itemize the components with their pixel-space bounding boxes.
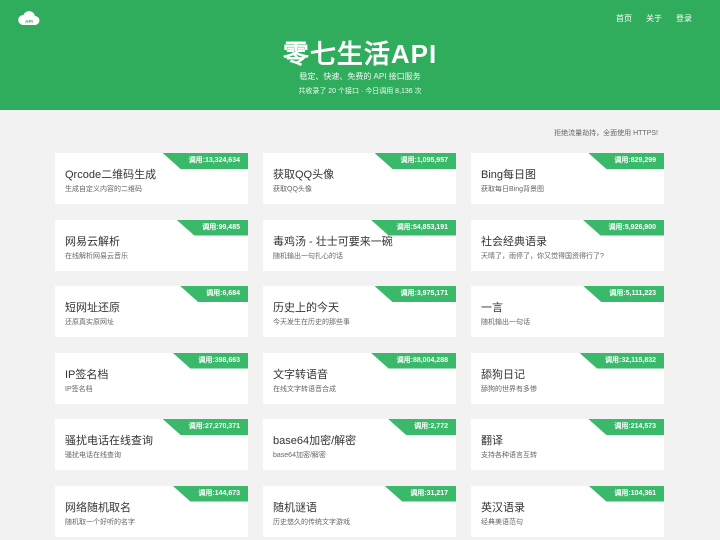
api-card-description: 在线解析网易云音乐 [65,252,128,260]
api-card[interactable]: 调用:2,772 base64加密/解密 base64加密/解密 [263,419,456,470]
https-notice: 拒绝流量劫持，全面使用 HTTPS! [554,130,658,137]
api-card-title: 短网址还原 [65,302,120,314]
api-card-description: 骚扰电话在线查询 [65,452,121,459]
api-card-title: 网易云解析 [65,235,120,248]
api-card[interactable]: 调用:5,111,223 一言随机输出一句话 [471,286,664,337]
api-card[interactable]: 调用:829,299 Bing每日图获取每日Bing背景图 [471,153,664,204]
call-count-badge: 调用:88,004,288 [370,352,456,369]
api-card-description: 获取QQ头像 [273,186,312,193]
call-count-badge: 调用:31,217 [384,485,456,502]
api-card[interactable]: 调用:104,361 英汉语录经典美语范句 [471,485,664,537]
api-card-title: 一言 [481,302,503,314]
api-card[interactable]: 调用:214,573 翻译支持各种语言互转 [471,419,664,470]
api-card-title: IP签名档 [65,368,109,381]
api-card[interactable]: 调用:88,004,288 文字转语音在线文字转语音合成 [263,352,456,404]
api-card-description: 还原真实原网址 [65,319,114,326]
api-card-title: 网络随机取名 [65,501,131,514]
call-count-badge: 调用:6,684 [180,286,248,302]
call-count-badge: 调用:214,573 [588,419,664,435]
nav-home-link[interactable]: 首页 [616,13,632,24]
call-count-badge: 调用:2,772 [388,419,456,435]
api-card-title: 骚扰电话在线查询 [65,435,153,447]
api-card-description: 在线文字转语音合成 [273,385,336,393]
svg-text:API: API [25,19,33,24]
api-card-title: 舔狗日记 [481,368,525,381]
api-card-description: base64加密/解密 [273,452,326,459]
api-card-description: 随机取一个好听的名字 [65,518,135,526]
api-card[interactable]: 调用:27,270,371 骚扰电话在线查询 骚扰电话在线查询 [55,419,248,470]
api-card-description: 支持各种语言互转 [481,452,537,459]
cloud-logo-icon[interactable]: API [18,10,40,26]
call-count-badge: 调用:99,485 [176,219,248,236]
api-card[interactable]: 调用:31,217 随机谜语历史悠久的传统文字游戏 [263,485,456,537]
api-card[interactable]: 调用:5,926,900 社会经典语录天晴了，雨停了，你又觉得国资得行了? [471,219,664,271]
api-card-description: 今天发生在历史的那些事 [273,319,350,326]
call-count-badge: 调用:27,270,371 [162,419,248,435]
api-card[interactable]: 调用:3,975,171 历史上的今天今天发生在历史的那些事 [263,286,456,337]
api-card-description: IP签名档 [65,385,93,393]
call-count-badge: 调用:104,361 [588,485,664,502]
api-card-title: 历史上的今天 [273,302,339,314]
api-card[interactable]: 调用:32,115,832 舔狗日记舔狗的世界有多惨 [471,352,664,404]
call-count-badge: 调用:13,324,634 [162,153,248,169]
call-count-badge: 调用:5,111,223 [583,286,664,302]
api-card[interactable]: 调用:144,673 网络随机取名随机取一个好听的名字 [55,485,248,537]
page-title: 零七生活API [282,39,438,69]
usage-stats: 共收录了 20 个接口 · 今日调用 8,136 次 [298,88,422,95]
api-card[interactable]: 调用:13,324,634 Qrcode二维码生成生成自定义内容的二维码 [55,153,248,204]
call-count-badge: 调用:32,115,832 [579,352,664,369]
nav-login-link[interactable]: 登录 [676,13,692,24]
api-card-title: 文字转语音 [273,368,328,381]
call-count-badge: 调用:3,975,171 [374,286,456,302]
api-card-title: base64加密/解密 [273,435,357,447]
api-card-description: 随机输出一句话 [481,319,530,326]
api-card[interactable]: 调用:99,485 网易云解析在线解析网易云音乐 [55,219,248,271]
call-count-badge: 调用:1,095,957 [374,153,456,169]
api-card-title: 英汉语录 [481,501,525,514]
api-card-description: 天晴了，雨停了，你又觉得国资得行了? [481,252,604,260]
hero-banner: API 首页 关于 登录 零七生活API 稳定、快速、免费的 API 接口服务 … [0,0,720,110]
call-count-badge: 调用:144,673 [172,485,248,502]
api-card-title: 随机谜语 [273,501,317,514]
call-count-badge: 调用:398,663 [172,352,248,369]
api-card-title: 获取QQ头像 [273,169,335,181]
api-card-description: 经典美语范句 [481,518,523,526]
api-card[interactable]: 调用:1,095,957 获取QQ头像 获取QQ头像 [263,153,456,204]
api-card-description: 舔狗的世界有多惨 [481,385,537,393]
api-card-title: 翻译 [481,435,503,447]
call-count-badge: 调用:5,926,900 [582,219,664,236]
api-card-title: Qrcode二维码生成 [65,169,157,181]
api-card-description: 历史悠久的传统文字游戏 [273,518,350,526]
api-card-title: Bing每日图 [481,169,537,181]
api-card-title: 毒鸡汤 - 壮士可要来一碗 [273,235,393,248]
call-count-badge: 调用:829,299 [588,153,664,169]
api-card[interactable]: 调用:6,684 短网址还原还原真实原网址 [55,286,248,337]
api-card-description: 获取每日Bing背景图 [481,186,545,193]
api-card[interactable]: 调用:54,853,191 毒鸡汤 - 壮士可要来一碗 随机输出一句扎心的话 [263,219,456,271]
top-nav: 首页 关于 登录 [602,13,692,24]
page-subtitle: 稳定、快速、免费的 API 接口服务 [299,72,421,81]
api-card[interactable]: 调用:398,663 IP签名档 IP签名档 [55,352,248,404]
nav-about-link[interactable]: 关于 [646,13,662,24]
api-card-description: 生成自定义内容的二维码 [65,186,142,193]
api-card-title: 社会经典语录 [481,235,547,248]
api-card-description: 随机输出一句扎心的话 [273,252,343,260]
